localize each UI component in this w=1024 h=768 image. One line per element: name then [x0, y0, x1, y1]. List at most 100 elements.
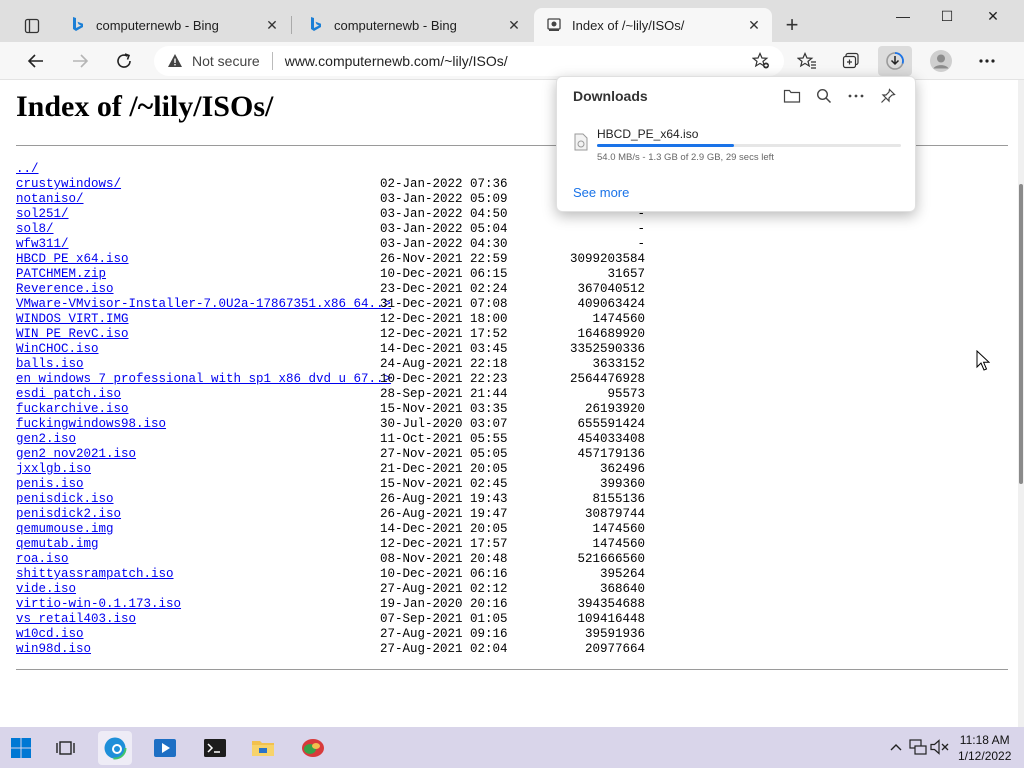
- file-link[interactable]: crustywindows/: [16, 177, 121, 192]
- file-link[interactable]: PATCHMEM.zip: [16, 267, 106, 282]
- file-link[interactable]: VMware-VMvisor-Installer-7.0U2a-17867351…: [16, 297, 391, 312]
- close-tab-icon[interactable]: ✕: [502, 13, 526, 37]
- file-link[interactable]: qemutab.img: [16, 537, 99, 552]
- taskbar-terminal[interactable]: [198, 731, 232, 765]
- open-folder-button[interactable]: [779, 85, 805, 107]
- file-link[interactable]: gen2.iso: [16, 432, 76, 447]
- file-link[interactable]: WINDOS_VIRT.IMG: [16, 312, 129, 327]
- file-size: 3099203584: [569, 252, 645, 266]
- taskbar-file-explorer[interactable]: [246, 731, 280, 765]
- file-date: 12-Dec-2021 17:57: [380, 537, 508, 551]
- file-size: 1474560: [592, 537, 645, 551]
- tab-actions-button[interactable]: [12, 12, 52, 40]
- favorites-button[interactable]: [790, 46, 824, 76]
- file-size: 655591424: [577, 417, 645, 431]
- tab-title: computernewb - Bing: [334, 17, 457, 33]
- network-button[interactable]: [908, 737, 928, 757]
- listing-row: WinCHOC.iso 14-Dec-2021 03:45 3352590336: [16, 342, 656, 357]
- taskbar-edge[interactable]: [98, 731, 132, 765]
- downloads-button[interactable]: [878, 46, 912, 76]
- file-size: 39591936: [584, 627, 645, 641]
- file-link[interactable]: w10cd.iso: [16, 627, 84, 642]
- settings-more-button[interactable]: [970, 46, 1004, 76]
- chevron-up-icon: [890, 744, 902, 751]
- scrollbar-thumb[interactable]: [1019, 184, 1023, 484]
- file-link[interactable]: vs_retail403.iso: [16, 612, 136, 627]
- maximize-button[interactable]: ☐: [924, 0, 970, 32]
- file-date: 03-Jan-2022 04:30: [380, 237, 508, 251]
- pin-button[interactable]: [875, 85, 901, 107]
- vertical-scrollbar[interactable]: [1018, 80, 1024, 727]
- close-window-button[interactable]: ✕: [970, 0, 1016, 32]
- file-link[interactable]: fuckingwindows98.iso: [16, 417, 166, 432]
- volume-muted-icon: [930, 739, 949, 755]
- file-link[interactable]: en_windows_7_professional_with_sp1_x86_d…: [16, 372, 391, 387]
- file-link[interactable]: gen2_nov2021.iso: [16, 447, 136, 462]
- listing-row: balls.iso 24-Aug-2021 22:18 3633152: [16, 357, 656, 372]
- forward-arrow-icon: [73, 54, 89, 68]
- file-link[interactable]: esdi_patch.iso: [16, 387, 121, 402]
- file-link[interactable]: penisdick2.iso: [16, 507, 121, 522]
- show-hidden-icons-button[interactable]: [886, 737, 906, 757]
- file-date: 07-Sep-2021 01:05: [380, 612, 508, 626]
- profile-button[interactable]: [924, 46, 958, 76]
- file-date: 03-Jan-2022 05:09: [380, 192, 508, 206]
- file-link[interactable]: penisdick.iso: [16, 492, 114, 507]
- download-filename[interactable]: HBCD_PE_x64.iso: [597, 127, 698, 141]
- add-favorite-button[interactable]: [746, 46, 776, 76]
- tab-index-isos[interactable]: Index of /~lily/ISOs/ ✕: [534, 8, 772, 42]
- collections-button[interactable]: [834, 46, 868, 76]
- tab-bing-2[interactable]: computernewb - Bing ✕: [296, 8, 532, 42]
- more-options-button[interactable]: [843, 85, 869, 107]
- file-link[interactable]: sol251/: [16, 207, 69, 222]
- downloads-title: Downloads: [573, 88, 648, 104]
- tab-bing-1[interactable]: computernewb - Bing ✕: [58, 8, 290, 42]
- media-player-icon: [154, 739, 176, 757]
- taskbar-media-player[interactable]: [148, 731, 182, 765]
- system-clock[interactable]: 11:18 AM 1/12/2022: [958, 732, 1011, 764]
- file-link[interactable]: notaniso/: [16, 192, 84, 207]
- new-tab-button[interactable]: +: [778, 12, 806, 38]
- file-link[interactable]: Reverence.iso: [16, 282, 114, 297]
- file-date: 27-Aug-2021 09:16: [380, 627, 508, 641]
- file-link[interactable]: sol8/: [16, 222, 54, 237]
- close-tab-icon[interactable]: ✕: [742, 13, 766, 37]
- file-date: 14-Dec-2021 20:05: [380, 522, 508, 536]
- app-icon: [302, 739, 324, 757]
- volume-button[interactable]: [930, 737, 950, 757]
- file-link[interactable]: jxxlgb.iso: [16, 462, 91, 477]
- tab-strip: computernewb - Bing ✕ computernewb - Bin…: [0, 0, 1024, 42]
- search-downloads-button[interactable]: [811, 85, 837, 107]
- warning-icon[interactable]: [166, 52, 184, 70]
- back-button[interactable]: [20, 46, 52, 76]
- file-date: 08-Nov-2021 20:48: [380, 552, 508, 566]
- security-label[interactable]: Not secure: [192, 53, 260, 69]
- file-link[interactable]: virtio-win-0.1.173.iso: [16, 597, 181, 612]
- url-text[interactable]: www.computernewb.com/~lily/ISOs/: [285, 53, 746, 69]
- file-link[interactable]: WIN_PE_RevC.iso: [16, 327, 129, 342]
- file-link[interactable]: shittyassrampatch.iso: [16, 567, 174, 582]
- close-tab-icon[interactable]: ✕: [260, 13, 284, 37]
- file-link[interactable]: ../: [16, 162, 39, 177]
- file-link[interactable]: balls.iso: [16, 357, 84, 372]
- file-link[interactable]: fuckarchive.iso: [16, 402, 129, 417]
- file-link[interactable]: HBCD_PE_x64.iso: [16, 252, 129, 267]
- file-link[interactable]: roa.iso: [16, 552, 69, 567]
- start-button[interactable]: [4, 731, 38, 765]
- file-link[interactable]: vide.iso: [16, 582, 76, 597]
- bing-icon: [70, 17, 86, 33]
- mouse-cursor-icon: [976, 350, 990, 371]
- file-link[interactable]: qemumouse.img: [16, 522, 114, 537]
- task-view-button[interactable]: [48, 731, 82, 765]
- refresh-button[interactable]: [108, 46, 140, 76]
- minimize-button[interactable]: —: [880, 0, 926, 32]
- file-link[interactable]: win98d.iso: [16, 642, 91, 657]
- see-more-link[interactable]: See more: [573, 185, 629, 200]
- file-link[interactable]: penis.iso: [16, 477, 84, 492]
- taskbar-app[interactable]: [296, 731, 330, 765]
- globe-icon: [546, 17, 562, 33]
- file-link[interactable]: wfw311/: [16, 237, 69, 252]
- file-link[interactable]: WinCHOC.iso: [16, 342, 99, 357]
- address-bar[interactable]: Not secure www.computernewb.com/~lily/IS…: [154, 46, 784, 76]
- forward-button[interactable]: [64, 46, 96, 76]
